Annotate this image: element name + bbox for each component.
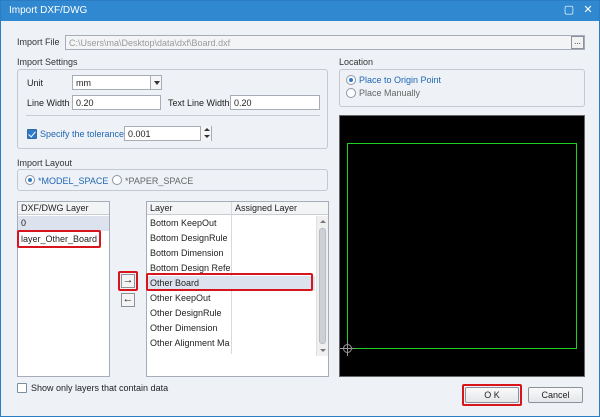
line-width-field[interactable]: 0.20 (72, 95, 161, 110)
dxf-layer-list[interactable]: DXF/DWG Layer 0 layer_Other_Board (17, 201, 110, 377)
highlight-ok-button (462, 384, 522, 406)
unit-value: mm (76, 78, 91, 88)
location-group: Place to Origin Point Place Manually (339, 69, 585, 107)
settings-divider (26, 115, 320, 116)
list-item[interactable]: 0 (18, 216, 109, 231)
show-only-label: Show only layers that contain data (31, 383, 169, 393)
scroll-down-icon[interactable] (320, 349, 326, 352)
restore-icon[interactable]: ▢ (561, 3, 577, 19)
text-line-width-label: Text Line Width (168, 98, 230, 108)
tolerance-field[interactable]: 0.001 (124, 126, 212, 141)
table-row[interactable]: Bottom KeepOut (147, 216, 230, 231)
text-line-width-field[interactable]: 0.20 (230, 95, 320, 110)
table-row[interactable]: Other Alignment Ma (147, 336, 230, 351)
layer-table-header: Layer Assigned Layer (147, 202, 328, 215)
import-file-field[interactable]: C:\Users\ma\Desktop\data\dxf\Board.dxf (65, 35, 585, 50)
layer-table-scrollbar[interactable] (316, 216, 328, 356)
place-manually-label: Place Manually (359, 88, 421, 98)
line-width-label: Line Width (27, 98, 70, 108)
origin-crosshair-v (347, 341, 348, 356)
scroll-up-icon[interactable] (320, 220, 326, 223)
highlight-assign-button (118, 271, 138, 291)
title-bar: Import DXF/DWG ▢ ✕ (1, 1, 599, 21)
paper-space-label: *PAPER_SPACE (125, 176, 194, 186)
table-row[interactable]: Bottom DesignRule (147, 231, 230, 246)
cancel-button[interactable]: Cancel (528, 387, 583, 403)
highlight-dxf-layer (17, 230, 101, 248)
board-outline (347, 143, 577, 349)
browse-button[interactable]: ... (571, 36, 584, 49)
tolerance-label: Specify the tolerance (40, 129, 125, 139)
scroll-thumb[interactable] (319, 228, 326, 344)
tolerance-spinner[interactable] (200, 126, 211, 141)
tolerance-value: 0.001 (128, 129, 151, 139)
layer-column-header: Layer (150, 203, 173, 213)
table-row[interactable]: Other Dimension (147, 321, 230, 336)
unassign-left-button[interactable]: ← (121, 293, 135, 307)
paper-space-radio[interactable] (112, 175, 122, 185)
import-settings-label: Import Settings (17, 57, 78, 67)
import-file-path: C:\Users\ma\Desktop\data\dxf\Board.dxf (69, 38, 231, 48)
dxf-layer-header: DXF/DWG Layer (18, 202, 109, 215)
chevron-down-icon[interactable] (150, 76, 161, 89)
spin-down-icon[interactable] (204, 135, 210, 138)
import-layout-label: Import Layout (17, 158, 73, 168)
line-width-value: 0.20 (76, 98, 94, 108)
unit-label: Unit (27, 78, 44, 88)
show-only-checkbox[interactable] (17, 383, 27, 393)
model-space-radio[interactable] (25, 175, 35, 185)
location-label: Location (339, 57, 374, 67)
place-origin-radio[interactable] (346, 75, 356, 85)
close-icon[interactable]: ✕ (580, 3, 596, 19)
highlight-other-board (146, 273, 313, 291)
window-title: Import DXF/DWG (9, 5, 88, 16)
preview-canvas (339, 115, 585, 377)
place-manually-radio[interactable] (346, 88, 356, 98)
tolerance-checkbox[interactable] (27, 129, 37, 139)
spin-up-icon[interactable] (204, 128, 210, 131)
assigned-column-header: Assigned Layer (235, 203, 298, 213)
table-row[interactable]: Other DesignRule (147, 306, 230, 321)
import-dialog: Import DXF/DWG ▢ ✕ Import File C:\Users\… (0, 0, 600, 417)
text-line-width-value: 0.20 (234, 98, 252, 108)
model-space-label: *MODEL_SPACE (38, 176, 109, 186)
import-file-label: Import File (17, 37, 60, 47)
import-layout-group: *MODEL_SPACE *PAPER_SPACE (17, 169, 328, 191)
table-row[interactable]: Bottom Dimension (147, 246, 230, 261)
dialog-body: Import File C:\Users\ma\Desktop\data\dxf… (1, 21, 599, 416)
import-settings-group: Unit mm Line Width 0.20 Text Line Width … (17, 69, 328, 149)
table-row[interactable]: Other KeepOut (147, 291, 230, 306)
unit-select[interactable]: mm (72, 75, 162, 90)
place-origin-label: Place to Origin Point (359, 75, 442, 85)
